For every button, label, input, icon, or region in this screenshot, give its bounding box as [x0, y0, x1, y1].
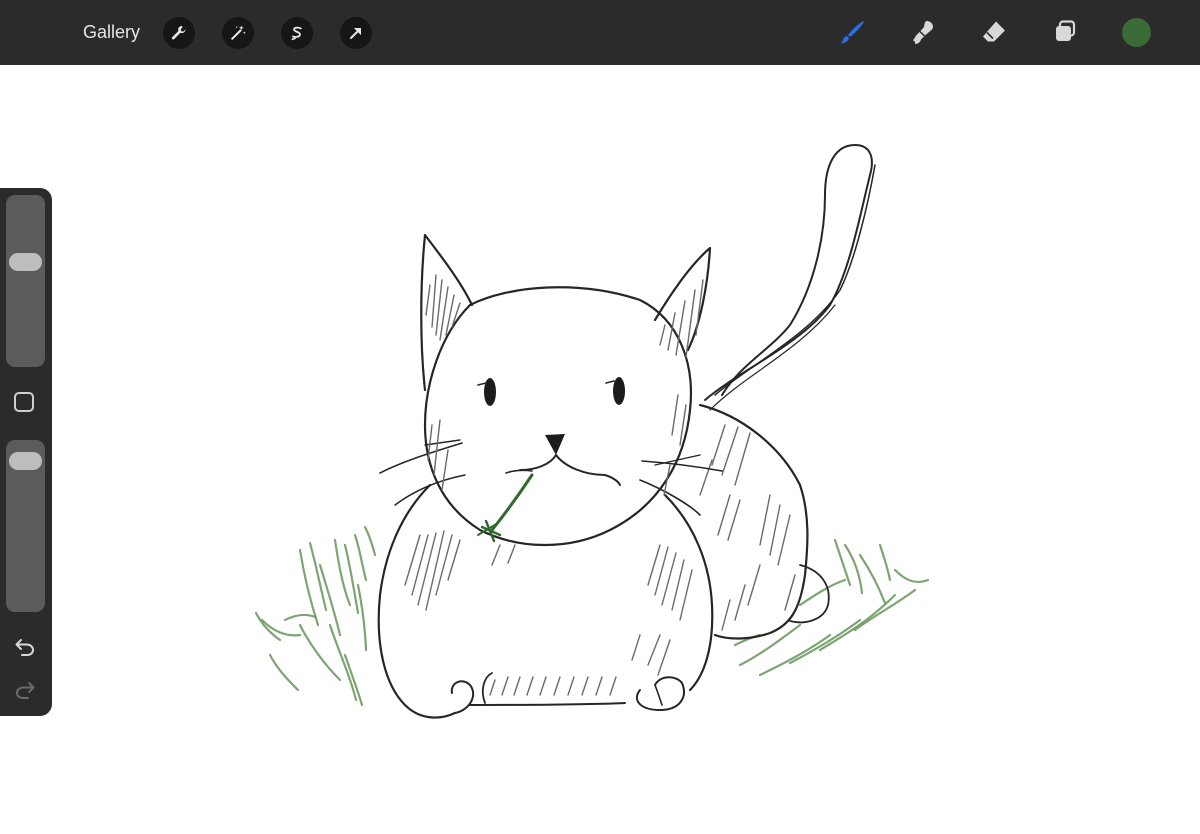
right-eye — [613, 377, 625, 405]
magic-wand-icon — [231, 25, 246, 40]
drawing-canvas[interactable] — [0, 65, 1200, 834]
actions-button[interactable] — [163, 17, 195, 49]
undo-icon — [15, 639, 35, 656]
cat-body — [377, 403, 830, 719]
color-picker-swatch[interactable] — [1122, 18, 1151, 47]
square-icon[interactable] — [14, 392, 34, 412]
selection-s-icon — [291, 26, 302, 41]
nose — [545, 434, 565, 455]
layers-tool-button[interactable] — [1047, 14, 1083, 50]
cat-tail — [704, 144, 876, 411]
brush-icon — [840, 21, 864, 44]
smudge-icon — [913, 21, 933, 44]
left-sidebar — [0, 188, 52, 716]
top-toolbar: Gallery — [0, 0, 1200, 65]
opacity-slider[interactable] — [6, 440, 45, 612]
wrench-icon — [171, 25, 186, 40]
grass-right — [733, 538, 930, 677]
grass-blade-in-mouth — [477, 473, 534, 543]
grass-left — [254, 525, 377, 707]
brush-size-slider[interactable] — [6, 195, 45, 367]
eraser-icon — [983, 21, 1005, 42]
arrow-cursor-icon — [350, 28, 361, 39]
gallery-button[interactable]: Gallery — [83, 20, 140, 44]
brush-tool-button[interactable] — [834, 14, 870, 50]
redo-button[interactable] — [12, 677, 38, 703]
redo-icon — [15, 682, 35, 699]
eraser-tool-button[interactable] — [976, 14, 1012, 50]
cat-head — [379, 233, 723, 547]
brush-size-thumb[interactable] — [9, 252, 42, 271]
cat-sketch — [254, 144, 930, 719]
selection-button[interactable] — [281, 17, 313, 49]
smudge-tool-button[interactable] — [905, 14, 941, 50]
adjustments-button[interactable] — [222, 17, 254, 49]
opacity-thumb[interactable] — [9, 451, 42, 470]
transform-button[interactable] — [340, 17, 372, 49]
layers-icon — [1056, 20, 1076, 41]
undo-button[interactable] — [12, 634, 38, 660]
cat-body-shading — [404, 424, 796, 696]
left-eye — [484, 378, 496, 406]
procreate-app: Gallery — [0, 0, 1200, 834]
